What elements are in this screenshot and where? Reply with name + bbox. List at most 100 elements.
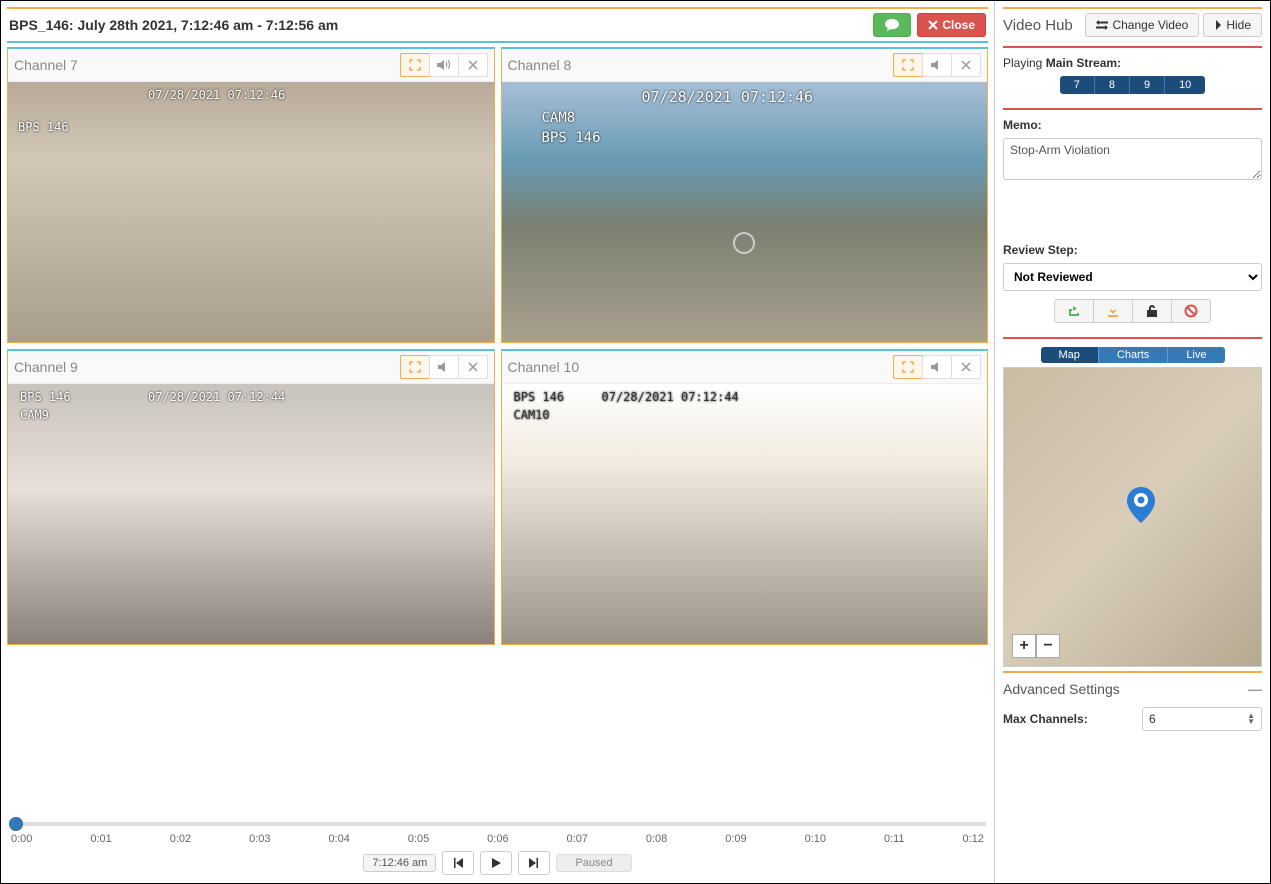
- close-channel-button[interactable]: [951, 53, 981, 77]
- video-header: BPS_146: July 28th 2021, 7:12:46 am - 7:…: [7, 7, 988, 43]
- memo-section: Memo: Review Step: Not Reviewed: [1003, 108, 1262, 331]
- stream-section: Playing Main Stream: 7 8 9 10: [1003, 46, 1262, 102]
- map-tab-live[interactable]: Live: [1168, 347, 1224, 363]
- unlock-icon: [1145, 304, 1159, 318]
- map-section: Map Charts Live + −: [1003, 337, 1262, 673]
- channel-panel-7: Channel 7 07/28/2021 07:12:46 BPS 146: [7, 47, 495, 343]
- video-feed[interactable]: 07/28/2021 07:12:46 CAM8 BPS 146: [502, 82, 988, 342]
- close-button[interactable]: Close: [917, 13, 986, 37]
- fullscreen-button[interactable]: [893, 53, 923, 77]
- map-tab-charts[interactable]: Charts: [1099, 347, 1168, 363]
- next-button[interactable]: [518, 851, 550, 875]
- download-button[interactable]: [1093, 299, 1133, 323]
- advanced-settings-header[interactable]: Advanced Settings —: [1003, 681, 1262, 697]
- video-feed[interactable]: 07/28/2021 07:12:44 BPS 146 CAM10: [502, 384, 988, 644]
- play-button[interactable]: [480, 851, 512, 875]
- advanced-settings: Advanced Settings — Max Channels: 6 ▲▼: [1003, 673, 1262, 739]
- stream-badge[interactable]: 9: [1130, 76, 1165, 94]
- memo-input[interactable]: [1003, 138, 1262, 180]
- spinner-icon[interactable]: ▲▼: [1247, 713, 1255, 725]
- playing-label: Playing Main Stream:: [1003, 56, 1262, 70]
- x-icon: [961, 60, 971, 70]
- volume-icon: [437, 59, 451, 71]
- skip-forward-icon: [528, 857, 540, 869]
- x-icon: [468, 362, 478, 372]
- fullscreen-button[interactable]: [400, 53, 430, 77]
- close-icon: [928, 20, 938, 30]
- x-icon: [961, 362, 971, 372]
- max-channels-row: Max Channels: 6 ▲▼: [1003, 707, 1262, 731]
- timeline-ticks: 0:00 0:01 0:02 0:03 0:04 0:05 0:06 0:07 …: [9, 833, 986, 845]
- chat-button[interactable]: [873, 13, 911, 37]
- channel-controls: [401, 355, 488, 379]
- loading-icon: [731, 230, 757, 256]
- lock-button[interactable]: [1132, 299, 1172, 323]
- player-controls: 7:12:46 am Paused: [9, 851, 986, 875]
- zoom-out-button[interactable]: −: [1036, 634, 1060, 658]
- playback-status: Paused: [556, 854, 631, 872]
- audio-button[interactable]: [429, 53, 459, 77]
- map-view[interactable]: + −: [1003, 367, 1262, 667]
- map-marker-icon: [1127, 487, 1155, 523]
- close-channel-button[interactable]: [951, 355, 981, 379]
- video-feed[interactable]: 07/28/2021 07:12:44 BPS 146 CAM9: [8, 384, 494, 644]
- stream-badge[interactable]: 7: [1060, 76, 1095, 94]
- volume-mute-icon: [438, 361, 450, 373]
- volume-mute-icon: [931, 59, 943, 71]
- video-feed[interactable]: 07/28/2021 07:12:46 BPS 146: [8, 82, 494, 342]
- channel-panel-10: Channel 10 07/28/2021 07:12:44 BPS 146 C…: [501, 349, 989, 645]
- header-actions: Close: [873, 13, 986, 37]
- audio-button[interactable]: [922, 53, 952, 77]
- share-icon: [1067, 304, 1081, 318]
- map-tab-map[interactable]: Map: [1041, 347, 1099, 363]
- sidebar-header: Video Hub Change Video Hide: [1003, 7, 1262, 42]
- sidebar-title: Video Hub: [1003, 17, 1073, 34]
- prev-button[interactable]: [442, 851, 474, 875]
- share-button[interactable]: [1054, 299, 1094, 323]
- timeline: 0:00 0:01 0:02 0:03 0:04 0:05 0:06 0:07 …: [7, 806, 988, 877]
- fullscreen-button[interactable]: [400, 355, 430, 379]
- max-channels-label: Max Channels:: [1003, 712, 1088, 726]
- video-grid: Channel 7 07/28/2021 07:12:46 BPS 146 Ch…: [7, 47, 988, 645]
- channel-controls: [894, 53, 981, 77]
- audio-button[interactable]: [922, 355, 952, 379]
- max-channels-input[interactable]: 6 ▲▼: [1142, 707, 1262, 731]
- expand-icon: [902, 59, 914, 71]
- scrub-slider[interactable]: [9, 822, 986, 826]
- comment-icon: [884, 18, 900, 32]
- chevron-right-icon: [1214, 20, 1222, 30]
- channel-label: Channel 9: [14, 359, 78, 375]
- stream-badge[interactable]: 10: [1165, 76, 1205, 94]
- zoom-in-button[interactable]: +: [1012, 634, 1036, 658]
- channel-label: Channel 10: [508, 359, 580, 375]
- ban-button[interactable]: [1171, 299, 1211, 323]
- video-title: BPS_146: July 28th 2021, 7:12:46 am - 7:…: [9, 17, 338, 33]
- expand-icon: [902, 361, 914, 373]
- change-video-button[interactable]: Change Video: [1085, 13, 1199, 37]
- x-icon: [468, 60, 478, 70]
- channel-controls: [894, 355, 981, 379]
- play-icon: [490, 857, 502, 869]
- hide-button[interactable]: Hide: [1203, 13, 1262, 37]
- exchange-icon: [1096, 20, 1108, 30]
- channel-label: Channel 7: [14, 57, 78, 73]
- action-buttons: [1003, 299, 1262, 323]
- channel-label: Channel 8: [508, 57, 572, 73]
- volume-mute-icon: [931, 361, 943, 373]
- stream-badges: 7 8 9 10: [1003, 76, 1262, 94]
- audio-button[interactable]: [429, 355, 459, 379]
- review-step-select[interactable]: Not Reviewed: [1003, 263, 1262, 291]
- close-channel-button[interactable]: [458, 355, 488, 379]
- fullscreen-button[interactable]: [893, 355, 923, 379]
- main-panel: BPS_146: July 28th 2021, 7:12:46 am - 7:…: [1, 1, 995, 883]
- download-icon: [1106, 304, 1120, 318]
- sidebar: Video Hub Change Video Hide Playing Main…: [995, 1, 1270, 883]
- stream-badge[interactable]: 8: [1095, 76, 1130, 94]
- channel-controls: [401, 53, 488, 77]
- review-label: Review Step:: [1003, 243, 1262, 257]
- collapse-icon: —: [1248, 681, 1262, 697]
- memo-label: Memo:: [1003, 118, 1262, 132]
- close-channel-button[interactable]: [458, 53, 488, 77]
- current-time: 7:12:46 am: [363, 854, 436, 872]
- expand-icon: [409, 59, 421, 71]
